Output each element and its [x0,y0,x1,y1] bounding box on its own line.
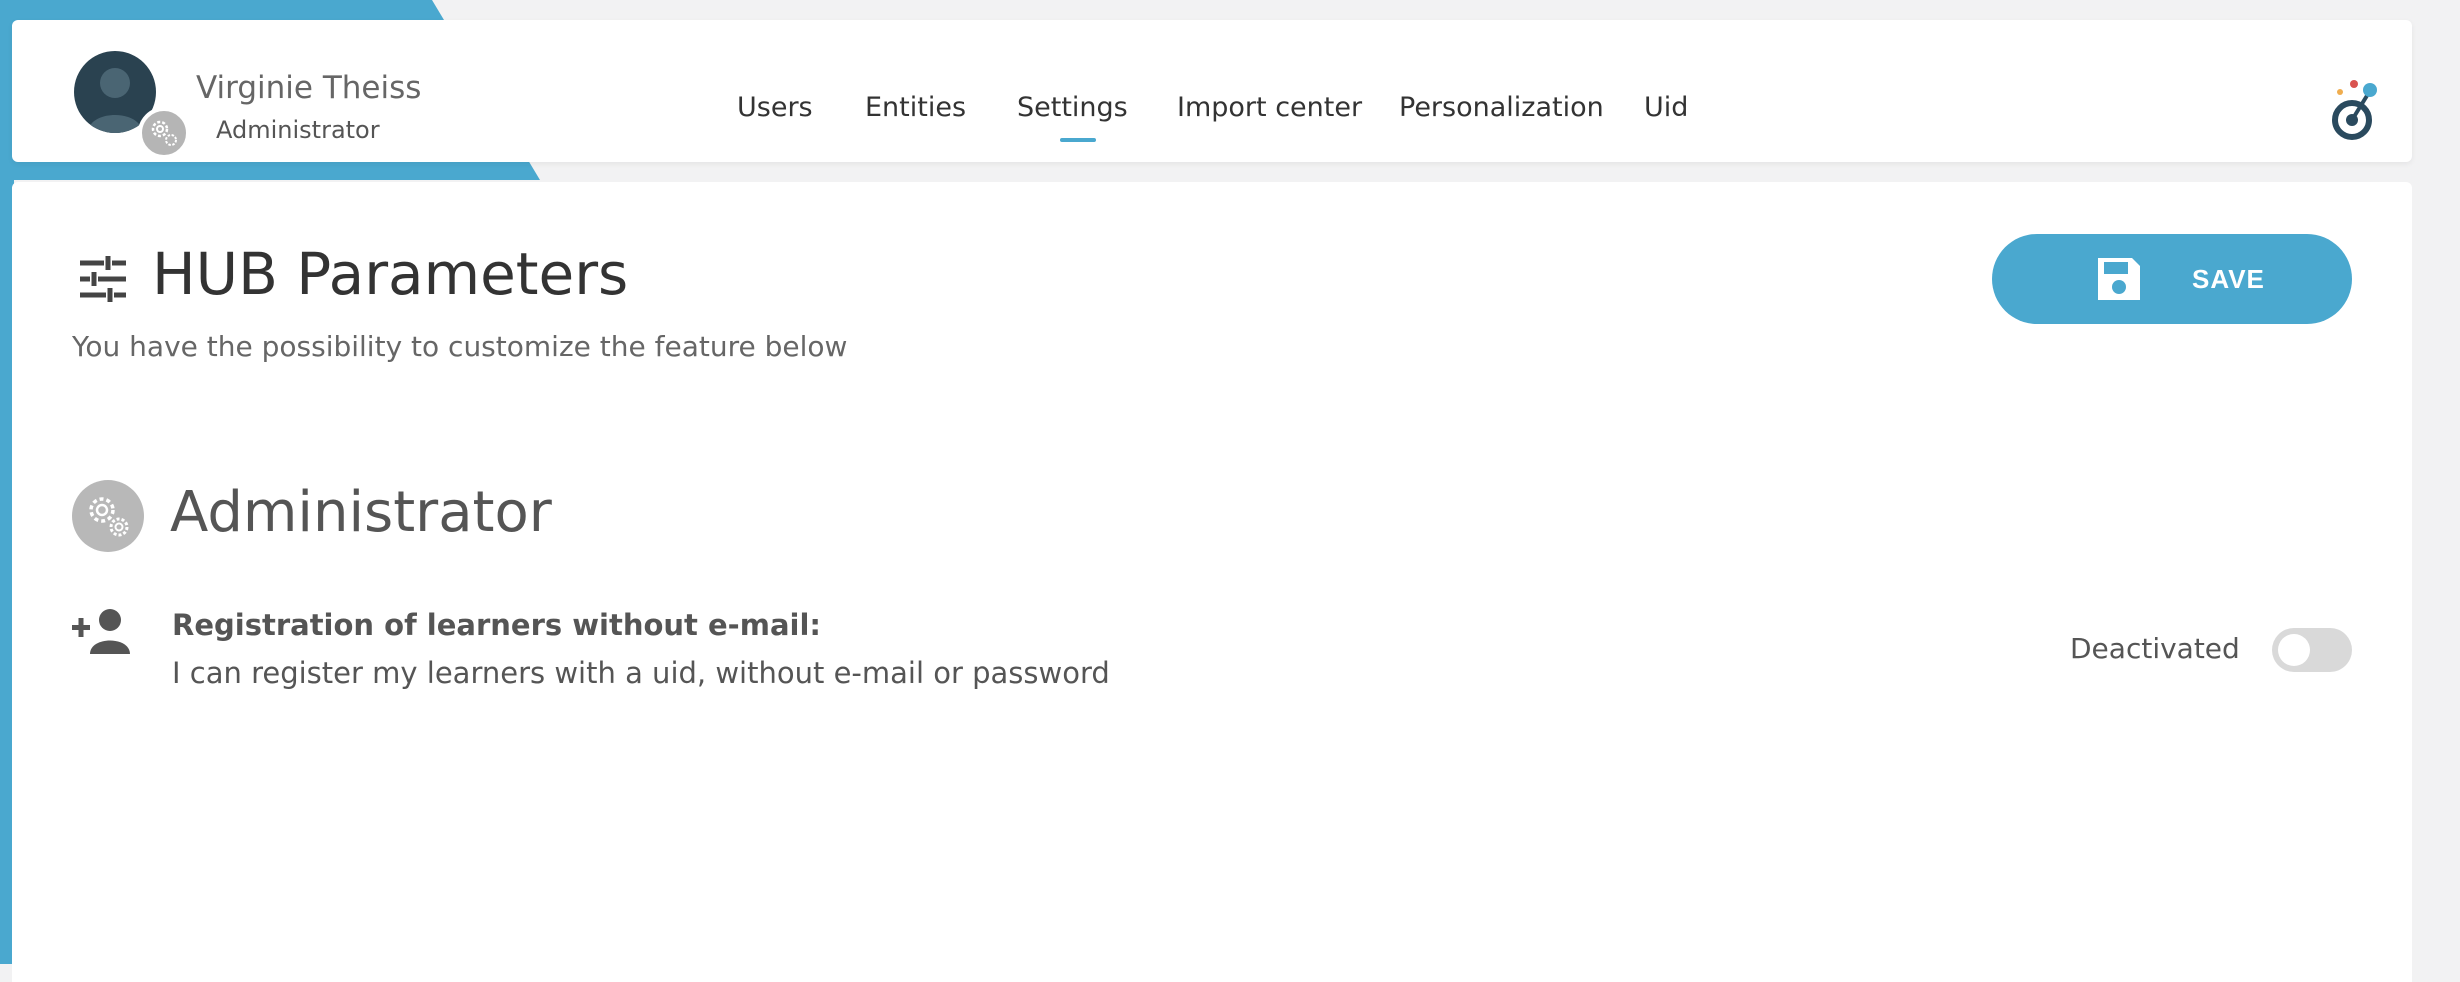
active-tab-indicator [1060,138,1096,142]
save-button[interactable]: SAVE [1992,234,2352,324]
user-name: Virginie Theiss [196,70,422,106]
nav-item-users[interactable]: Users [737,92,813,123]
option-label: Registration of learners without e-mail: [172,608,821,642]
nav-item-settings[interactable]: Settings [1017,92,1128,123]
add-user-icon [72,609,130,654]
nav-item-entities[interactable]: Entities [865,92,966,123]
section-title: Administrator [170,480,552,545]
save-button-label: SAVE [2192,264,2265,294]
option-description: I can register my learners with a uid, w… [172,656,1110,690]
page-title: HUB Parameters [152,240,629,308]
toggle-knob [2278,634,2310,666]
sliders-icon [80,256,126,302]
user-role: Administrator [216,116,380,144]
toggle-status-label: Deactivated [2070,632,2240,665]
page-subtitle: You have the possibility to customize th… [72,330,848,363]
nav-item-personalization[interactable]: Personalization [1399,92,1604,123]
user-avatar-group[interactable] [74,51,190,161]
gears-icon [72,480,144,552]
floppy-disk-icon [2098,258,2140,300]
admin-gears-badge-icon [138,107,190,159]
target-logo-icon[interactable] [2328,78,2378,144]
registration-without-email-toggle[interactable] [2272,628,2352,672]
nav-item-uid[interactable]: Uid [1644,92,1688,123]
top-header: Virginie Theiss Administrator Users Enti… [12,20,2412,162]
nav-item-import-center[interactable]: Import center [1177,92,1362,123]
